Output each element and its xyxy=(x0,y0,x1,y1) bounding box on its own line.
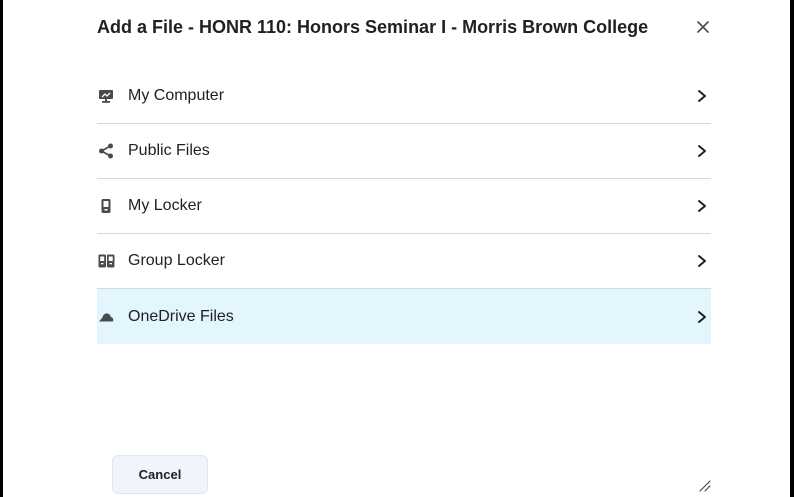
chevron-right-icon xyxy=(698,145,706,157)
option-label: Public Files xyxy=(128,142,210,159)
chevron-right-icon xyxy=(698,200,706,212)
option-label: My Computer xyxy=(128,87,225,104)
file-source-list: My Computer Public Files My Locker Group… xyxy=(97,69,711,344)
chevron-right-icon xyxy=(698,255,706,267)
cloud-icon xyxy=(97,308,115,326)
window-right-border xyxy=(790,0,794,497)
share-icon xyxy=(97,142,115,160)
option-my-computer[interactable]: My Computer xyxy=(97,69,711,124)
option-label: My Locker xyxy=(128,197,202,214)
resize-handle-icon[interactable] xyxy=(697,478,711,492)
dialog-title: Add a File - HONR 110: Honors Seminar I … xyxy=(97,17,649,37)
option-onedrive-files[interactable]: OneDrive Files xyxy=(97,289,711,344)
chevron-right-icon xyxy=(698,90,706,102)
group-locker-icon xyxy=(97,252,115,270)
option-my-locker[interactable]: My Locker xyxy=(97,179,711,234)
monitor-icon xyxy=(97,87,115,105)
option-group-locker[interactable]: Group Locker xyxy=(97,234,711,289)
cancel-button[interactable]: Cancel xyxy=(112,455,208,494)
option-public-files[interactable]: Public Files xyxy=(97,124,711,179)
option-label: OneDrive Files xyxy=(128,307,234,325)
option-label: Group Locker xyxy=(128,252,225,269)
chevron-right-icon xyxy=(698,310,706,323)
close-icon xyxy=(697,21,709,33)
close-button[interactable] xyxy=(690,14,716,40)
window-left-border xyxy=(0,0,3,497)
locker-icon xyxy=(97,197,115,215)
